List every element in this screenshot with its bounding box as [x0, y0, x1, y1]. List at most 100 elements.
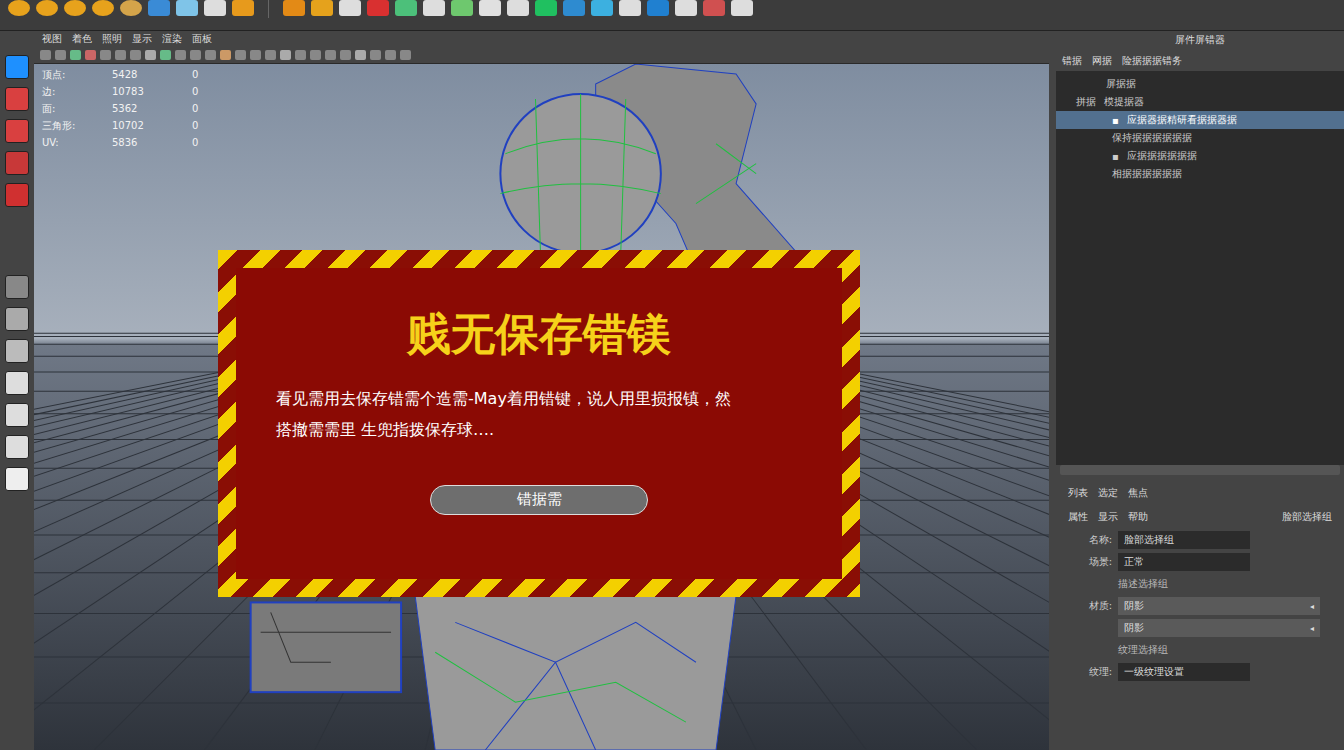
- tool-icon[interactable]: [535, 0, 557, 16]
- tool-icon[interactable]: [395, 0, 417, 16]
- tab[interactable]: 错据: [1062, 54, 1082, 68]
- view-tool-icon[interactable]: [400, 50, 411, 60]
- tab[interactable]: 列表: [1068, 486, 1088, 500]
- menu-item[interactable]: 显示: [132, 32, 152, 46]
- layout-icon[interactable]: [5, 467, 29, 491]
- tool-icon[interactable]: [64, 0, 86, 16]
- tool-icon[interactable]: [591, 0, 613, 16]
- tree-item[interactable]: ▪应据据据据据据: [1056, 147, 1344, 165]
- layout-icon[interactable]: [5, 403, 29, 427]
- view-tool-icon[interactable]: [385, 50, 396, 60]
- outliner-tree: 屏据据拼据模提据器▪应据器据精研看据据器据保持据据据据据据▪应据据据据据据相据据…: [1056, 71, 1344, 465]
- attribute-row: 纹理:一级纹理设置: [1062, 663, 1338, 681]
- layout-icon[interactable]: [5, 371, 29, 395]
- tab[interactable]: 帮助: [1128, 510, 1148, 524]
- tool-icon[interactable]: [367, 0, 389, 16]
- tool-icon[interactable]: [423, 0, 445, 16]
- view-tool-icon[interactable]: [265, 50, 276, 60]
- view-tool-icon[interactable]: [130, 50, 141, 60]
- attribute-field[interactable]: 一级纹理设置: [1118, 663, 1250, 681]
- tool-icon[interactable]: [5, 151, 29, 175]
- tool-icon[interactable]: [479, 0, 501, 16]
- expand-icon[interactable]: ▪: [1112, 115, 1119, 126]
- tab[interactable]: 网据: [1092, 54, 1112, 68]
- tool-icon[interactable]: [36, 0, 58, 16]
- view-tool-icon[interactable]: [145, 50, 156, 60]
- view-tool-icon[interactable]: [220, 50, 231, 60]
- hud-label: 顶点:: [42, 68, 112, 82]
- attribute-row: 名称: 脸部选择组: [1062, 531, 1338, 549]
- tool-icon[interactable]: [232, 0, 254, 16]
- expand-icon[interactable]: ▪: [1112, 151, 1119, 162]
- layout-icon[interactable]: [5, 435, 29, 459]
- tool-icon[interactable]: [563, 0, 585, 16]
- view-tool-icon[interactable]: [70, 50, 81, 60]
- tree-item[interactable]: 拼据模提据器: [1056, 93, 1344, 111]
- viewport-panel: 视图着色照明显示渲染面板顶点:54280边:107830面:53620三角形:1…: [34, 31, 1049, 750]
- tab[interactable]: 显示: [1098, 510, 1118, 524]
- layout-icon[interactable]: [5, 307, 29, 331]
- tool-box: [0, 31, 34, 750]
- tool-icon[interactable]: [5, 119, 29, 143]
- tool-icon[interactable]: [339, 0, 361, 16]
- attribute-field[interactable]: 正常: [1118, 553, 1250, 571]
- view-tool-icon[interactable]: [325, 50, 336, 60]
- tool-icon[interactable]: [120, 0, 142, 16]
- scrollbar[interactable]: [1060, 465, 1340, 475]
- menu-item[interactable]: 着色: [72, 32, 92, 46]
- dialog-button[interactable]: 错据需: [430, 485, 648, 515]
- tool-icon[interactable]: [731, 0, 753, 16]
- view-tool-icon[interactable]: [355, 50, 366, 60]
- tool-icon[interactable]: [283, 0, 305, 16]
- menu-item[interactable]: 视图: [42, 32, 62, 46]
- tool-icon[interactable]: [8, 0, 30, 16]
- attribute-label: 名称:: [1062, 533, 1112, 547]
- view-tool-icon[interactable]: [205, 50, 216, 60]
- menu-item[interactable]: 渲染: [162, 32, 182, 46]
- menu-item[interactable]: 面板: [192, 32, 212, 46]
- view-tool-icon[interactable]: [190, 50, 201, 60]
- attribute-select[interactable]: 阴影◂: [1118, 619, 1320, 637]
- layout-icon[interactable]: [5, 275, 29, 299]
- tool-icon[interactable]: [647, 0, 669, 16]
- view-tool-icon[interactable]: [280, 50, 291, 60]
- view-tool-icon[interactable]: [55, 50, 66, 60]
- view-tool-icon[interactable]: [295, 50, 306, 60]
- layout-icon[interactable]: [5, 339, 29, 363]
- tab[interactable]: 险据据据错务: [1122, 54, 1182, 68]
- tool-icon[interactable]: [176, 0, 198, 16]
- tree-item[interactable]: ▪应据器据精研看据据器据: [1056, 111, 1344, 129]
- view-tool-icon[interactable]: [40, 50, 51, 60]
- tool-icon[interactable]: [5, 183, 29, 207]
- attribute-field[interactable]: 脸部选择组: [1118, 531, 1250, 549]
- tool-icon[interactable]: [311, 0, 333, 16]
- view-tool-icon[interactable]: [235, 50, 246, 60]
- view-tool-icon[interactable]: [85, 50, 96, 60]
- view-tool-icon[interactable]: [115, 50, 126, 60]
- tool-icon[interactable]: [619, 0, 641, 16]
- tool-icon[interactable]: [451, 0, 473, 16]
- view-tool-icon[interactable]: [310, 50, 321, 60]
- view-tool-icon[interactable]: [250, 50, 261, 60]
- view-tool-icon[interactable]: [175, 50, 186, 60]
- tab[interactable]: 选定: [1098, 486, 1118, 500]
- tool-icon[interactable]: [5, 87, 29, 111]
- tool-icon[interactable]: [5, 55, 29, 79]
- menu-item[interactable]: 照明: [102, 32, 122, 46]
- tree-item[interactable]: 相据据据据据据: [1056, 165, 1344, 183]
- tab[interactable]: 焦点: [1128, 486, 1148, 500]
- tab[interactable]: 属性: [1068, 510, 1088, 524]
- tool-icon[interactable]: [507, 0, 529, 16]
- tool-icon[interactable]: [204, 0, 226, 16]
- attribute-select[interactable]: 阴影◂: [1118, 597, 1320, 615]
- view-tool-icon[interactable]: [100, 50, 111, 60]
- tool-icon[interactable]: [675, 0, 697, 16]
- tool-icon[interactable]: [148, 0, 170, 16]
- view-tool-icon[interactable]: [370, 50, 381, 60]
- view-tool-icon[interactable]: [340, 50, 351, 60]
- tool-icon[interactable]: [703, 0, 725, 16]
- view-tool-icon[interactable]: [160, 50, 171, 60]
- tree-item[interactable]: 保持据据据据据据: [1056, 129, 1344, 147]
- attribute-row: 场景:正常: [1062, 553, 1338, 571]
- tool-icon[interactable]: [92, 0, 114, 16]
